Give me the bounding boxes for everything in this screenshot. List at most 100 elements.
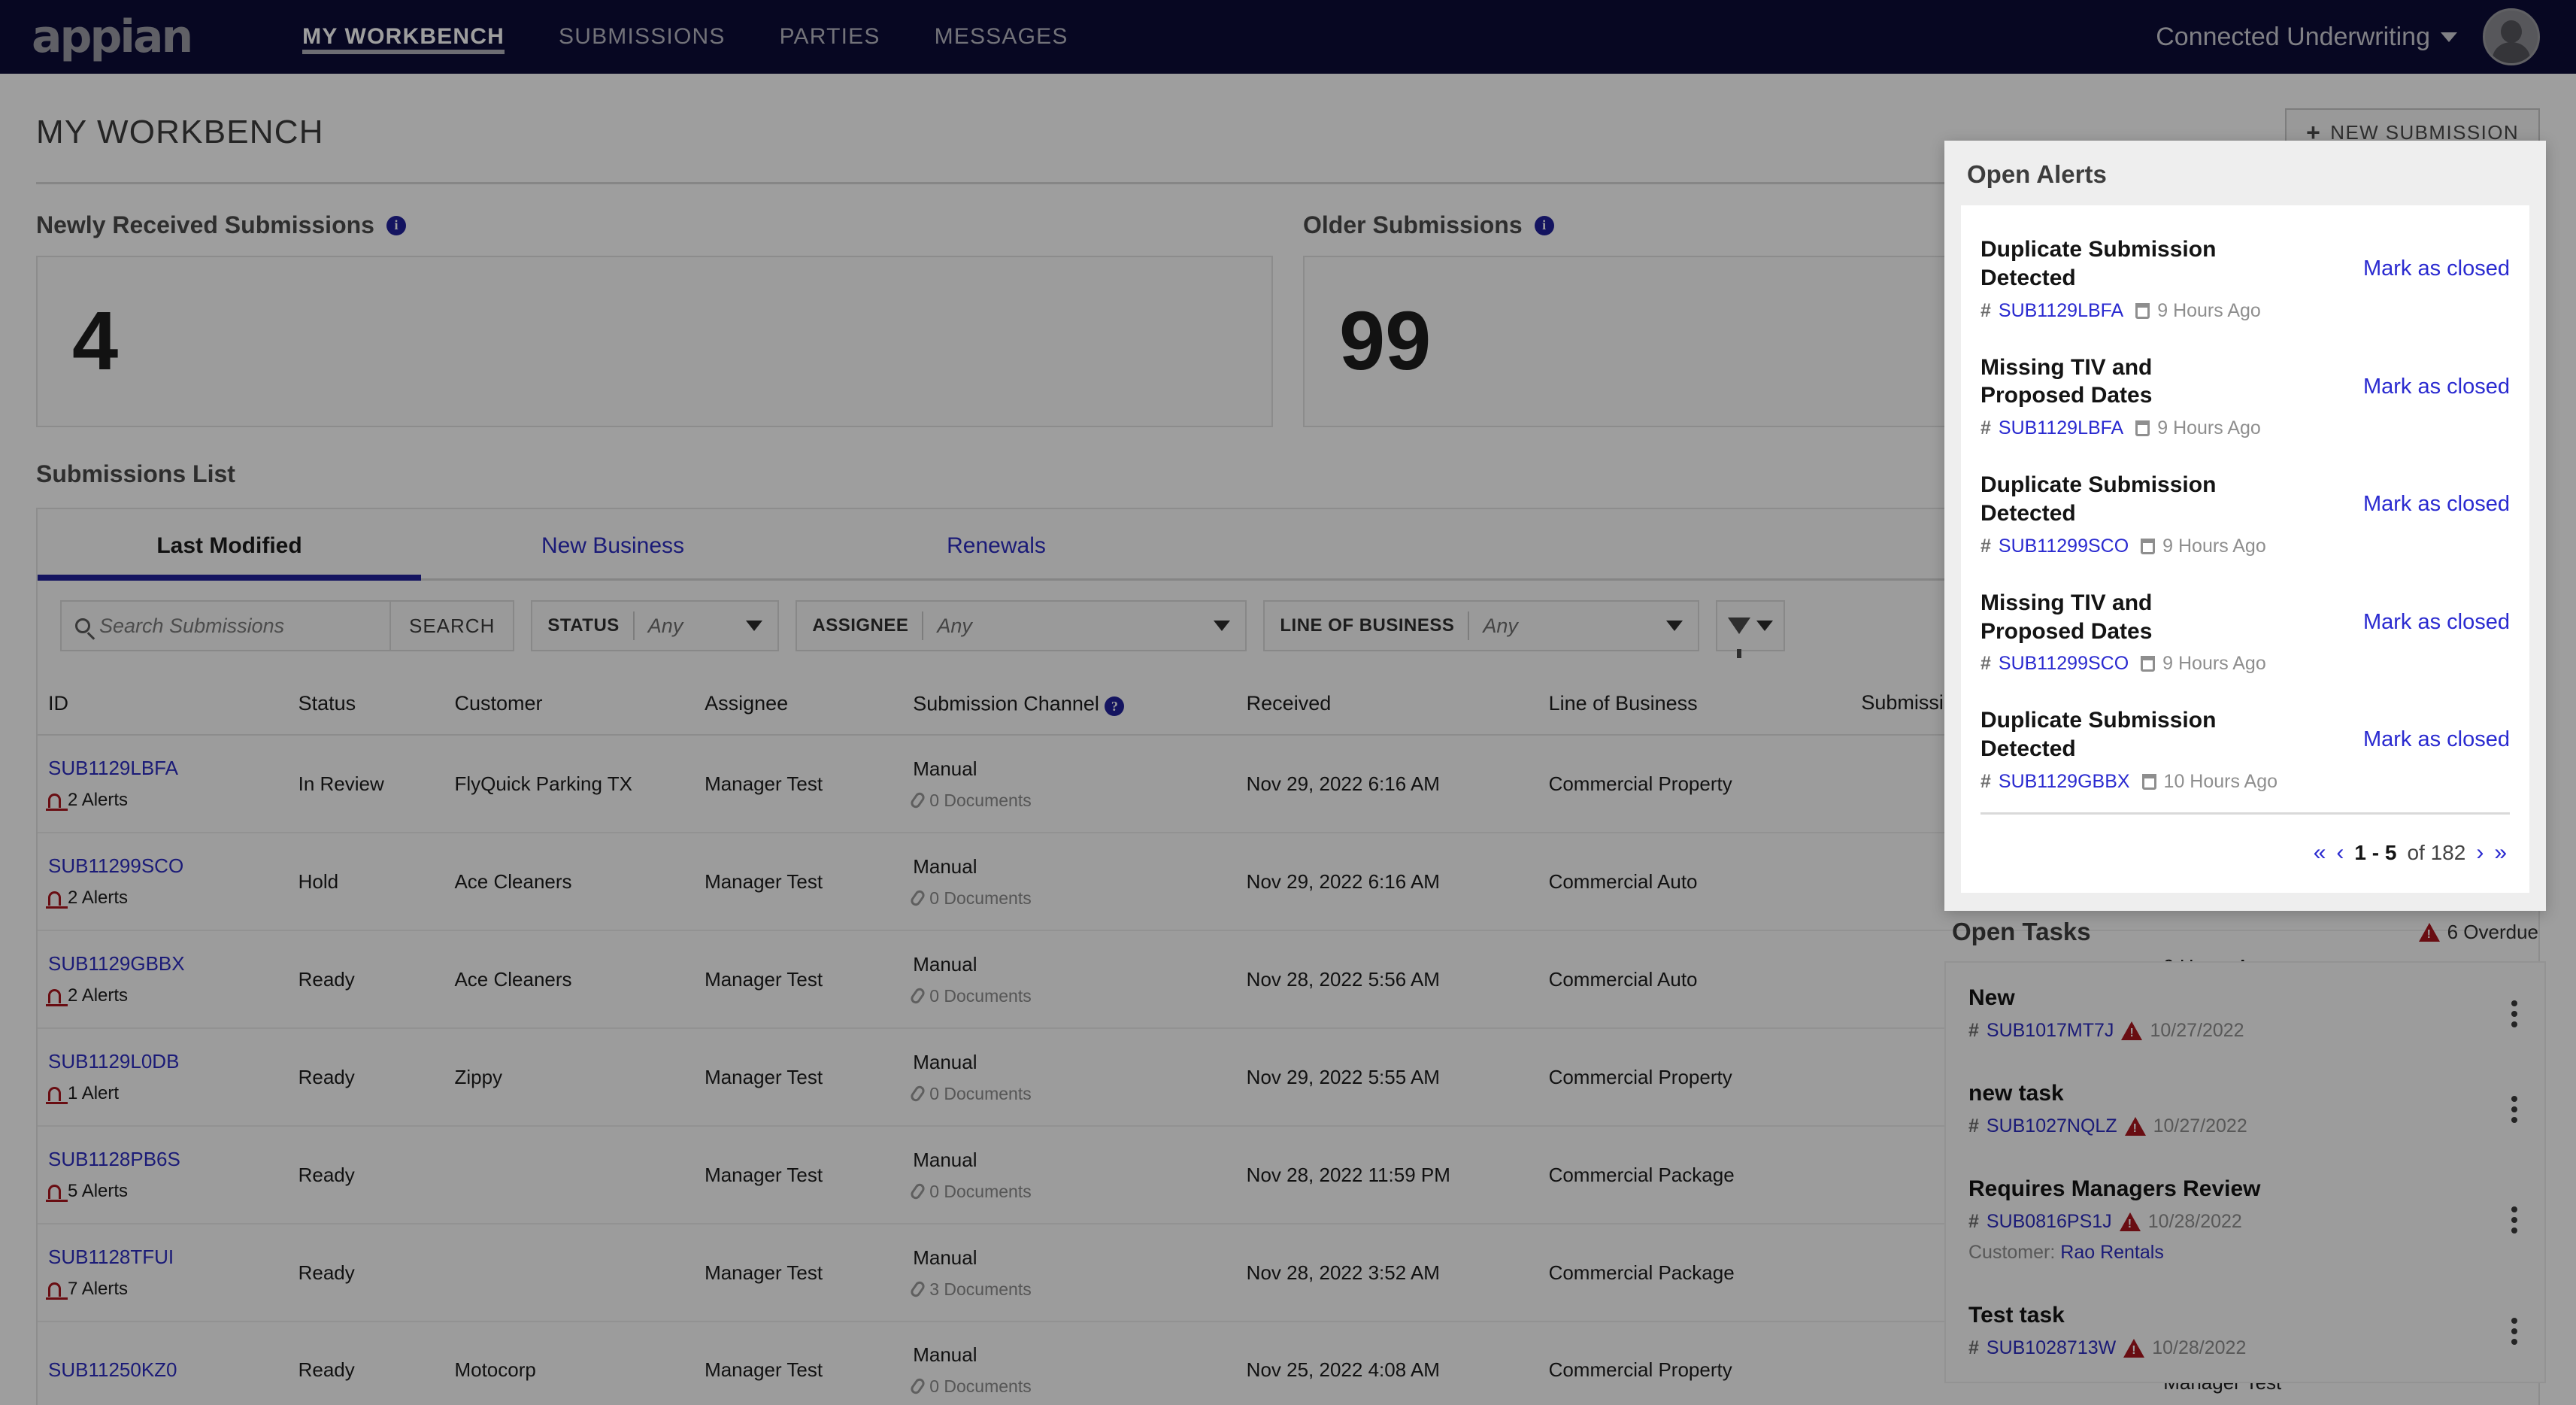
cell-customer[interactable] <box>444 1125 695 1224</box>
hash-icon: # <box>1980 417 1991 439</box>
submission-id-link[interactable]: SUB1128PB6S <box>48 1146 277 1172</box>
alert-submission-link[interactable]: SUB1129LBFA <box>1999 300 2123 322</box>
alert-submission-link[interactable]: SUB11299SCO <box>1999 536 2129 557</box>
page-root: appian MY WORKBENCH SUBMISSIONS PARTIES … <box>0 0 2576 1405</box>
tab-new-business[interactable]: New Business <box>421 509 805 578</box>
cell-customer[interactable]: Motocorp <box>444 1321 695 1405</box>
divider <box>922 611 924 640</box>
cell-id: SUB1129LBFA 2 Alerts <box>38 735 288 833</box>
task-submission-link[interactable]: SUB1028713W <box>1987 1337 2116 1359</box>
cell-channel: Manual 0 Documents <box>902 1125 1236 1224</box>
main-nav-links: MY WORKBENCH SUBMISSIONS PARTIES MESSAGE… <box>275 0 1095 74</box>
column-header-assignee[interactable]: Assignee <box>694 671 903 736</box>
alert-list-item[interactable]: Duplicate Submission Detected # SUB11299… <box>1980 454 2510 572</box>
bell-icon <box>46 1184 68 1202</box>
status-filter-dropdown[interactable]: STATUS Any <box>531 600 780 651</box>
cell-customer[interactable]: Ace Cleaners <box>444 832 695 931</box>
task-submission-link[interactable]: SUB1017MT7J <box>1987 1020 2114 1042</box>
column-header-line-of-business[interactable]: Line of Business <box>1538 671 1851 736</box>
nav-link-parties[interactable]: PARTIES <box>753 0 908 74</box>
line-of-business-filter-dropdown[interactable]: LINE OF BUSINESS Any <box>1263 600 1700 651</box>
search-input[interactable] <box>99 614 376 638</box>
task-list-item[interactable]: New # SUB1017MT7J 10/27/2022 <box>1968 966 2522 1061</box>
alert-list-item[interactable]: Missing TIV and Proposed Dates # SUB1129… <box>1980 337 2510 455</box>
task-submission-link[interactable]: SUB0816PS1J <box>1987 1211 2112 1233</box>
nav-link-submissions[interactable]: SUBMISSIONS <box>532 0 753 74</box>
cell-assignee: Manager Test <box>694 930 903 1029</box>
alert-meta: # SUB11299SCO 9 Hours Ago <box>1980 536 2266 557</box>
advanced-filter-button[interactable] <box>1716 600 1786 658</box>
alert-list-item[interactable]: Duplicate Submission Detected # SUB1129L… <box>1980 219 2510 337</box>
submission-id-link[interactable]: SUB1129GBBX <box>48 951 277 976</box>
cell-customer[interactable]: Ace Cleaners <box>444 930 695 1029</box>
submission-id-link[interactable]: SUB11250KZ0 <box>48 1357 277 1382</box>
nav-link-messages[interactable]: MESSAGES <box>908 0 1096 74</box>
documents-label: 0 Documents <box>929 985 1032 1006</box>
assignee-filter-dropdown[interactable]: ASSIGNEE Any <box>796 600 1247 651</box>
alert-info: Duplicate Submission Detected # SUB11299… <box>1980 471 2266 557</box>
column-header-id[interactable]: ID <box>38 671 288 736</box>
page-range: 1 - 5 <box>2354 840 2397 864</box>
mark-as-closed-link[interactable]: Mark as closed <box>2363 235 2510 281</box>
help-icon[interactable]: ? <box>1105 696 1125 716</box>
channel-value: Manual <box>913 1148 977 1171</box>
cell-customer[interactable]: Zippy <box>444 1027 695 1127</box>
column-header-submission-channel[interactable]: Submission Channel ? <box>902 671 1236 736</box>
mark-as-closed-link[interactable]: Mark as closed <box>2363 706 2510 752</box>
mark-as-closed-link[interactable]: Mark as closed <box>2363 589 2510 635</box>
submission-id-link[interactable]: SUB11299SCO <box>48 853 277 879</box>
line-of-business-filter-label: LINE OF BUSINESS <box>1280 615 1455 636</box>
info-icon[interactable]: i <box>1534 215 1554 235</box>
submission-id-link[interactable]: SUB1129L0DB <box>48 1048 277 1074</box>
documents-count: 3 Documents <box>909 1278 1225 1300</box>
kebab-menu-icon[interactable] <box>2507 1313 2522 1349</box>
user-avatar-icon[interactable] <box>2483 8 2540 65</box>
channel-value: Manual <box>913 1343 977 1366</box>
alert-submission-link[interactable]: SUB1129LBFA <box>1999 417 2123 439</box>
mark-as-closed-link[interactable]: Mark as closed <box>2363 471 2510 517</box>
task-customer-link[interactable]: Rao Rentals <box>2060 1242 2164 1263</box>
cell-channel: Manual 0 Documents <box>902 1027 1236 1127</box>
task-submission-link[interactable]: SUB1027NQLZ <box>1987 1115 2117 1137</box>
mark-as-closed-link[interactable]: Mark as closed <box>2363 354 2510 399</box>
cell-customer[interactable]: FlyQuick Parking TX <box>444 735 695 833</box>
submission-id-link[interactable]: SUB1128TFUI <box>48 1244 277 1270</box>
kebab-menu-icon[interactable] <box>2507 1091 2522 1127</box>
column-header-customer[interactable]: Customer <box>444 671 695 736</box>
column-header-received[interactable]: Received <box>1235 671 1538 736</box>
tab-renewals[interactable]: Renewals <box>805 509 1188 578</box>
cell-channel: Manual 0 Documents <box>902 832 1236 931</box>
cell-assignee: Manager Test <box>694 1223 903 1322</box>
kebab-menu-icon[interactable] <box>2507 1202 2522 1238</box>
cell-line-of-business: Commercial Package <box>1538 1223 1851 1322</box>
user-menu-button[interactable]: Connected Underwriting <box>2156 23 2457 52</box>
task-list-item[interactable]: new task # SUB1027NQLZ 10/27/2022 <box>1968 1061 2522 1157</box>
task-list-item[interactable]: Test task # SUB1028713W 10/28/2022 <box>1968 1283 2522 1379</box>
appian-logo[interactable]: appian <box>32 14 193 59</box>
alert-list-item[interactable]: Missing TIV and Proposed Dates # SUB1129… <box>1980 572 2510 690</box>
search-button[interactable]: SEARCH <box>391 600 515 651</box>
column-header-status[interactable]: Status <box>287 671 444 736</box>
kebab-menu-icon[interactable] <box>2507 996 2522 1032</box>
cell-customer[interactable] <box>444 1223 695 1322</box>
nav-link-my-workbench[interactable]: MY WORKBENCH <box>275 0 532 74</box>
chevron-down-icon <box>2441 32 2457 42</box>
alert-submission-link[interactable]: SUB1129GBBX <box>1999 771 2130 793</box>
next-page-button[interactable]: › <box>2476 840 2484 866</box>
task-meta: # SUB1028713W 10/28/2022 <box>1968 1337 2246 1359</box>
status-filter-value: Any <box>647 614 683 637</box>
first-page-button[interactable]: « <box>2314 840 2326 866</box>
alert-submission-link[interactable]: SUB11299SCO <box>1999 653 2129 675</box>
last-page-button[interactable]: » <box>2494 840 2507 866</box>
chevron-down-icon <box>746 621 763 631</box>
previous-page-button[interactable]: ‹ <box>2336 840 2344 866</box>
documents-label: 0 Documents <box>929 1083 1032 1103</box>
calendar-icon <box>2135 302 2150 319</box>
submission-id-link[interactable]: SUB1129LBFA <box>48 755 277 781</box>
page-title: MY WORKBENCH <box>36 114 324 150</box>
info-icon[interactable]: i <box>386 215 406 235</box>
task-list-item[interactable]: Requires Managers Review # SUB0816PS1J 1… <box>1968 1157 2522 1283</box>
tab-last-modified[interactable]: Last Modified <box>38 509 421 581</box>
kpi-card[interactable]: 4 <box>36 256 1273 427</box>
alert-list-item[interactable]: Duplicate Submission Detected # SUB1129G… <box>1980 690 2510 808</box>
